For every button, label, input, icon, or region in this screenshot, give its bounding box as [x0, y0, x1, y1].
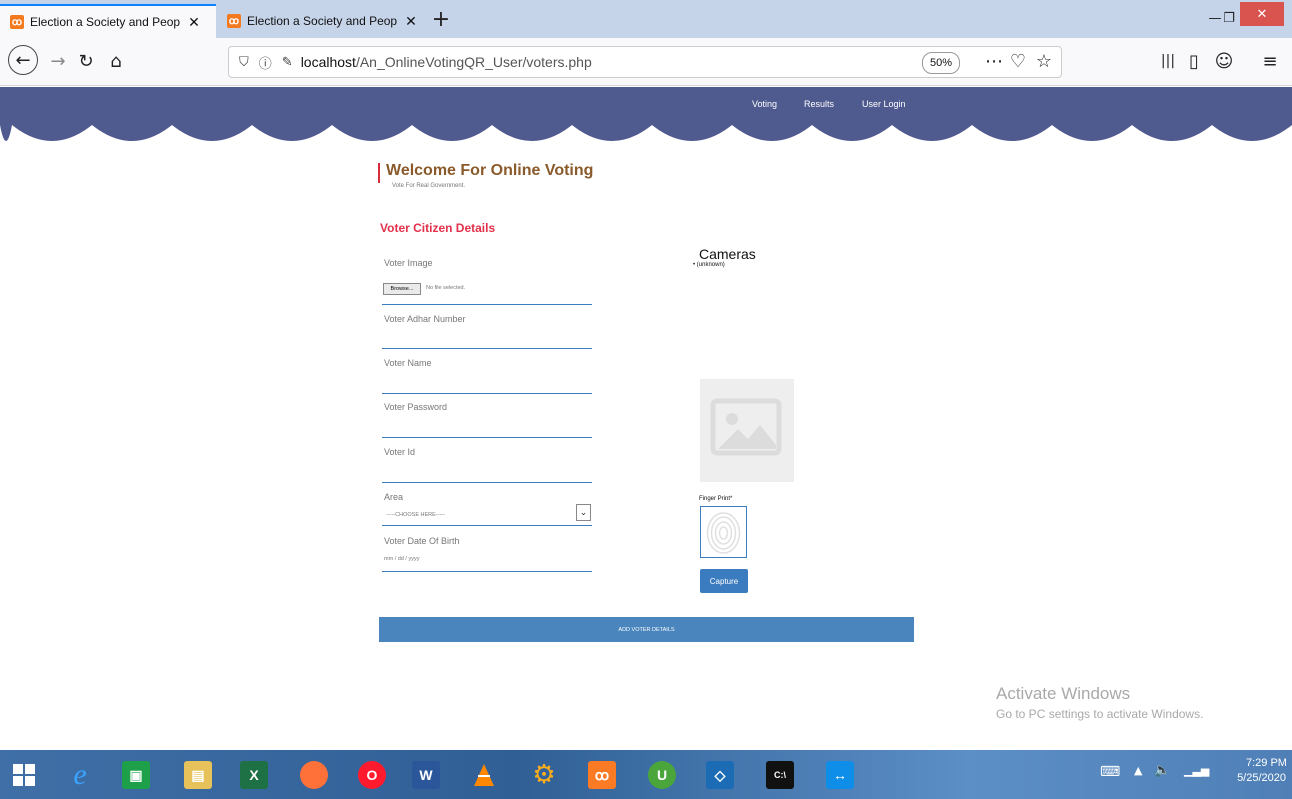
page-subtitle: Vote For Real Government.: [392, 183, 466, 189]
url-text: localhost/An_OnlineVotingQR_User/voters.…: [301, 54, 592, 70]
new-tab-icon[interactable]: +: [428, 8, 454, 34]
area-label: Area: [384, 492, 404, 502]
field-underline: [382, 348, 592, 349]
utorrent-icon[interactable]: U: [642, 755, 682, 795]
voter-name-label: Voter Name: [384, 358, 432, 368]
firefox-icon[interactable]: [294, 755, 334, 795]
sidebar-icon[interactable]: ▯: [1180, 47, 1208, 75]
volume-icon[interactable]: 🔈: [1154, 763, 1170, 778]
field-underline: [382, 304, 592, 305]
field-underline: [382, 393, 592, 394]
voter-image-label: Voter Image: [384, 258, 433, 268]
field-underline: [382, 571, 592, 572]
tray-time[interactable]: 7:29 PM: [1246, 757, 1287, 769]
camera-list-item: • (unknown): [693, 262, 725, 268]
voter-id-input[interactable]: [382, 461, 592, 481]
fingerprint-icon: [706, 512, 741, 554]
url-path: /An_OnlineVotingQR_User/voters.php: [355, 54, 592, 70]
field-underline: [382, 482, 592, 483]
captured-image-placeholder: [700, 379, 794, 482]
area-selected-value: -----CHOOSE HERE-----: [386, 512, 445, 518]
no-file-text: No file selected.: [426, 285, 466, 291]
xampp-icon: ꝏ: [10, 15, 24, 29]
pocket-icon[interactable]: ♡: [1004, 47, 1032, 75]
chevron-up-icon[interactable]: ▲: [1134, 764, 1142, 777]
settings-gear-icon[interactable]: ⚙: [524, 755, 564, 795]
virtualbox-icon[interactable]: ◇: [700, 755, 740, 795]
internet-explorer-icon[interactable]: e: [60, 755, 100, 795]
reload-icon[interactable]: ↻: [72, 47, 100, 75]
file-explorer-icon[interactable]: ▤: [178, 755, 218, 795]
command-prompt-icon[interactable]: C:\: [760, 755, 800, 795]
hamburger-menu-icon[interactable]: ≡: [1256, 47, 1284, 75]
tab-title: Election a Society and People C: [30, 15, 180, 29]
word-icon[interactable]: W: [406, 755, 446, 795]
fingerprint-label: Finger Print*: [699, 496, 733, 502]
zoom-level-badge[interactable]: 50%: [922, 52, 960, 74]
site-header-banner: [0, 87, 1292, 141]
nav-link-voting[interactable]: Voting: [752, 99, 777, 109]
close-icon[interactable]: ✕: [403, 13, 419, 30]
voter-id-label: Voter Id: [384, 447, 416, 457]
tray-date[interactable]: 5/25/2020: [1232, 772, 1286, 784]
voter-password-label: Voter Password: [384, 402, 448, 412]
network-signal-icon[interactable]: ▁▃▅: [1184, 764, 1209, 777]
bookmark-star-icon[interactable]: ☆: [1030, 47, 1058, 75]
teamviewer-icon[interactable]: ↔: [820, 755, 860, 795]
account-icon[interactable]: ☺: [1210, 47, 1238, 75]
info-icon: ⓘ: [258, 55, 272, 71]
nav-link-results[interactable]: Results: [804, 99, 834, 109]
browser-tab-inactive[interactable]: ꝏ Election a Society and People C ✕: [217, 4, 427, 38]
dob-placeholder: mm / dd / yyyy: [384, 556, 420, 562]
camera-item-text: (unknown): [696, 262, 725, 268]
chevron-down-icon[interactable]: ⌄: [576, 504, 591, 521]
adhar-number-label: Voter Adhar Number: [384, 314, 466, 324]
xampp-icon[interactable]: ꝏ: [582, 755, 622, 795]
keyboard-icon[interactable]: ⌨: [1100, 764, 1120, 780]
capture-button[interactable]: Capture: [700, 569, 748, 593]
section-title: Voter Citizen Details: [380, 221, 496, 235]
browse-file-button[interactable]: Browse...: [383, 283, 421, 295]
voter-name-input[interactable]: [382, 372, 592, 392]
vlc-icon[interactable]: [464, 755, 504, 795]
activate-windows-subtitle: Go to PC settings to activate Windows.: [996, 707, 1204, 721]
opera-icon[interactable]: O: [352, 755, 392, 795]
shield-icon: ⛉: [239, 54, 249, 69]
dob-label: Voter Date Of Birth: [384, 536, 460, 546]
excel-icon[interactable]: X: [234, 755, 274, 795]
page-title: Welcome For Online Voting: [386, 162, 594, 179]
fingerprint-preview: [700, 506, 747, 558]
forward-arrow-icon[interactable]: →: [44, 47, 72, 75]
library-icon[interactable]: |||: [1154, 47, 1182, 75]
adhar-number-input[interactable]: [382, 328, 592, 348]
store-icon[interactable]: ▣: [116, 755, 156, 795]
browser-tab-active[interactable]: ꝏ Election a Society and People C ✕: [0, 4, 216, 38]
field-underline: [382, 437, 592, 438]
windows-start-icon[interactable]: [4, 755, 44, 795]
home-icon[interactable]: ⌂: [102, 47, 130, 75]
add-voter-details-button[interactable]: ADD VOTER DETAILS: [379, 617, 914, 642]
image-icon: [710, 398, 782, 456]
xampp-icon: ꝏ: [227, 14, 241, 28]
window-close-button[interactable]: ✕: [1240, 2, 1284, 26]
cameras-heading: Cameras: [699, 246, 756, 262]
heading-accent-bar: [378, 163, 380, 183]
back-arrow-icon[interactable]: ←: [8, 45, 38, 75]
insecure-lock-icon: ✎: [281, 54, 293, 69]
voter-password-input[interactable]: [382, 417, 592, 437]
activate-windows-title: Activate Windows: [996, 684, 1131, 703]
tab-title: Election a Society and People C: [247, 14, 397, 28]
url-host: localhost: [300, 54, 356, 70]
nav-link-user-login[interactable]: User Login: [862, 99, 906, 109]
close-icon[interactable]: ✕: [186, 14, 202, 31]
